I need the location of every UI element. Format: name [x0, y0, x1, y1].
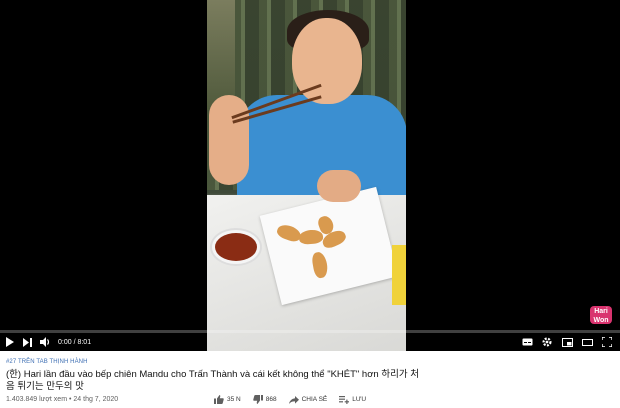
trending-hashtag[interactable]: #27 TRÊN TAB THỊNH HÀNH [6, 359, 614, 367]
fullscreen-icon[interactable] [598, 333, 616, 351]
video-frame[interactable] [207, 0, 406, 351]
youtube-watch-page: Hari Won 0:00 / 8:01 #27 TRÊN TAB THỊNH … [0, 0, 620, 408]
play-icon[interactable] [0, 333, 18, 351]
action-bar: 35 N 868 CHIA SẺ LƯU [214, 395, 378, 404]
player-controls: 0:00 / 8:01 [0, 333, 620, 351]
thumbs-up-icon [214, 395, 224, 404]
thumbs-down-icon [252, 395, 263, 404]
subtitles-icon[interactable] [518, 333, 536, 351]
share-button[interactable]: CHIA SẺ [288, 395, 328, 404]
meta-separator: • [68, 396, 72, 403]
save-label: LƯU [352, 396, 367, 403]
video-title: (한) Hari lần đầu vào bếp chiên Mandu cho… [6, 369, 419, 392]
dislike-button[interactable]: 868 [252, 395, 277, 404]
video-info: #27 TRÊN TAB THỊNH HÀNH (한) Hari lần đầu… [0, 351, 620, 408]
video-player[interactable]: Hari Won 0:00 / 8:01 [0, 0, 620, 351]
channel-watermark[interactable]: Hari Won [590, 306, 612, 324]
miniplayer-icon[interactable] [558, 333, 576, 351]
save-button[interactable]: LƯU [339, 395, 367, 404]
gear-icon[interactable] [538, 333, 556, 351]
playlist-add-icon [339, 395, 350, 404]
view-count: 1.403.849 lượt xem [6, 396, 68, 403]
publish-date: 24 thg 7, 2020 [73, 396, 119, 403]
share-icon [288, 395, 299, 404]
like-count: 35 N [227, 396, 241, 403]
dislike-count: 868 [265, 396, 277, 403]
video-meta: 1.403.849 lượt xem • 24 thg 7, 2020 [6, 396, 118, 403]
next-icon[interactable] [18, 333, 36, 351]
time-display: 0:00 / 8:01 [58, 338, 92, 346]
like-button[interactable]: 35 N [214, 395, 241, 404]
share-label: CHIA SẺ [301, 396, 328, 403]
theater-icon[interactable] [578, 333, 596, 351]
volume-icon[interactable] [36, 333, 54, 351]
